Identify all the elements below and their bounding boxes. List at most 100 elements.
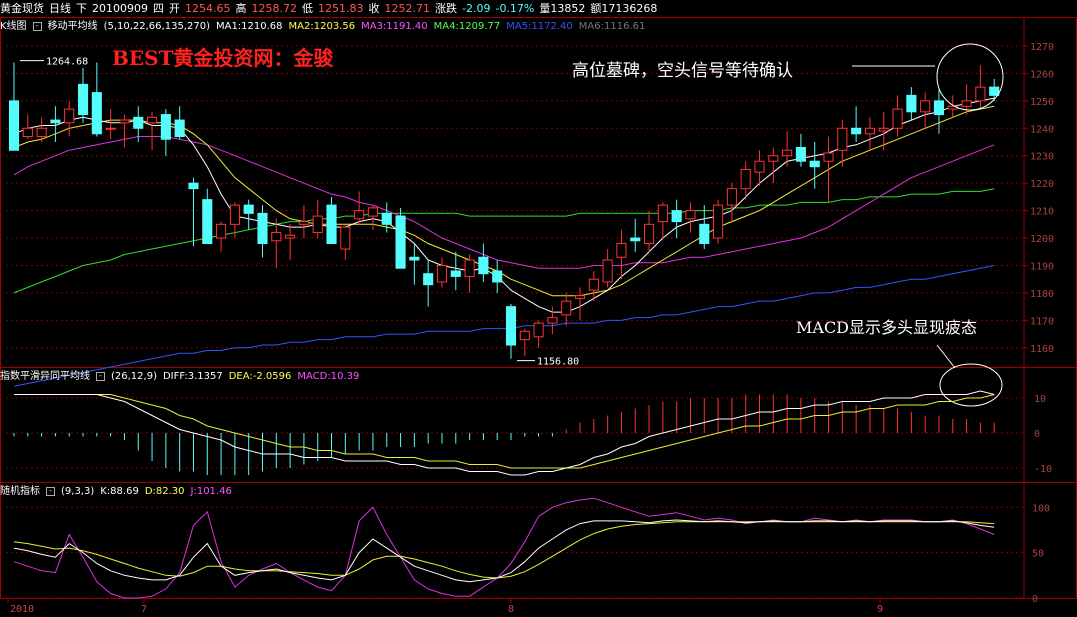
candle-body <box>740 168 751 190</box>
candle-body <box>643 223 655 245</box>
candle-body <box>851 127 862 135</box>
candle-body <box>105 127 116 130</box>
quote-item: -2.09 <box>462 2 491 15</box>
ma-legend-item: MA4:1209.77 <box>433 21 501 32</box>
candle-body <box>464 259 475 277</box>
watermark-text: BEST黄金投资网：金骏 <box>112 46 334 70</box>
candle-body <box>671 210 682 223</box>
candle-body <box>782 149 793 157</box>
high-price-label: 1264.68 <box>46 57 88 68</box>
candle-body <box>547 317 558 324</box>
quote-item: 1252.71 <box>384 2 431 15</box>
candle-body <box>878 127 889 132</box>
macd-panel-header: 指数平滑异同平均线 - (26,12,9) DIFF:3.1357 DEA:-2.059… <box>0 369 365 385</box>
candle-body <box>478 256 489 275</box>
chart-type-label[interactable]: K线图 <box>0 21 27 32</box>
indicator-name[interactable]: 移动平均线 <box>48 21 98 32</box>
kdj-collapse-button[interactable]: - <box>46 486 55 496</box>
kdj-title[interactable]: 随机指标 <box>0 486 40 497</box>
candle-body <box>602 259 613 283</box>
ma-legend: MA1:1210.68 MA2:1203.56 MA3:1191.40 MA4:120… <box>216 21 651 32</box>
candle-body <box>685 210 696 220</box>
macd-collapse-button[interactable]: - <box>96 371 105 381</box>
candle-body <box>975 86 986 102</box>
candle-body <box>616 243 627 258</box>
candle-body <box>64 108 75 124</box>
candle-body <box>243 204 254 214</box>
kdj-tick-label: 0 <box>1032 594 1038 605</box>
candle-body <box>91 92 102 135</box>
dea-line <box>14 394 995 469</box>
low-price-label: 1156.80 <box>537 357 579 368</box>
candle-body <box>864 127 876 135</box>
k-line <box>13 519 995 583</box>
candle-body <box>298 221 309 225</box>
quote-item: 1251.83 <box>318 2 364 15</box>
candle-body <box>174 119 185 138</box>
candle-body <box>340 226 351 250</box>
candle-body <box>354 210 365 220</box>
candle-body <box>133 116 144 129</box>
candle-body <box>395 215 406 269</box>
candle-body <box>409 256 420 261</box>
main-panel-header: K线图 - 移动平均线 (5,10,22,66,135,270) MA1:1210.68… <box>0 19 657 35</box>
macd-title[interactable]: 指数平滑异同平均线 <box>0 371 90 382</box>
candle-body <box>726 188 737 206</box>
candle-body <box>22 127 33 138</box>
price-tick-label: 1200 <box>1030 234 1054 245</box>
kdj-params: (9,3,3) <box>61 486 95 497</box>
candle-body <box>519 330 530 341</box>
price-tick-label: 1210 <box>1030 207 1054 218</box>
candle-body <box>367 207 379 217</box>
quote-item: 额17136268 <box>590 2 658 15</box>
macd-tick-label: 0 <box>1034 429 1040 440</box>
indicator-params: (5,10,22,66,135,270) <box>103 21 210 32</box>
candle-body <box>146 116 158 124</box>
candle-body <box>657 204 668 223</box>
ma-legend-item: MA6:1116.61 <box>578 21 646 32</box>
ma-legend-item: MA5:1172.40 <box>506 21 573 32</box>
candle-body <box>933 100 945 116</box>
candle-body <box>989 86 1000 96</box>
collapse-button[interactable]: - <box>32 21 42 31</box>
macd-dea-label: DEA:-2.0596 <box>228 371 292 382</box>
x-tick-label: 8 <box>508 604 514 615</box>
quote-item: 低 <box>302 2 313 15</box>
kdj-panel-header: 随机指标 - (9,3,3) K:88.69 D:82.30 J:101.46 <box>0 484 238 500</box>
x-tick-label: 7 <box>141 604 147 615</box>
kdj-k-label: K:88.69 <box>100 486 139 497</box>
candle-body <box>257 212 268 245</box>
quote-item: 四 <box>153 2 164 15</box>
d-line <box>13 521 995 579</box>
ma-legend-item: MA3:1191.40 <box>361 21 428 32</box>
x-tick-label: 2010 <box>10 604 34 615</box>
quote-item: -0.17% <box>495 2 535 15</box>
candle-body <box>202 199 213 245</box>
candle-body <box>160 114 171 140</box>
price-tick-label: 1240 <box>1030 124 1054 135</box>
candle-body <box>561 300 572 316</box>
macd-diff-label: DIFF:3.1357 <box>162 371 223 382</box>
macd-tick-label: 10 <box>1034 394 1046 405</box>
candle-body <box>36 127 47 138</box>
quote-item: 1254.65 <box>185 2 231 15</box>
annotation-circle-top <box>936 43 1004 111</box>
chart-canvas[interactable]: 1160 1170 1180 1190 1200 1210 1220 1230 1240 1250… <box>0 0 1077 617</box>
annotation-macd: MACD显示多头显现疲态 <box>796 318 978 337</box>
candle-body <box>8 100 20 151</box>
j-line <box>13 497 995 599</box>
candle-body <box>50 119 61 124</box>
annotation-circle-macd <box>939 363 1003 407</box>
price-tick-label: 1260 <box>1030 69 1054 80</box>
candle-body <box>961 100 972 107</box>
candle-body <box>533 322 544 338</box>
candle-body <box>312 215 323 234</box>
quote-item: 开 <box>169 2 180 15</box>
quote-item: 收 <box>368 2 380 15</box>
ma4-line <box>13 188 995 294</box>
candle-body <box>326 204 337 245</box>
price-tick-label: 1250 <box>1030 97 1054 108</box>
quote-item: 日线 <box>49 2 71 15</box>
quote-item: 涨跌 <box>435 2 457 15</box>
price-tick-label: 1190 <box>1030 261 1054 272</box>
